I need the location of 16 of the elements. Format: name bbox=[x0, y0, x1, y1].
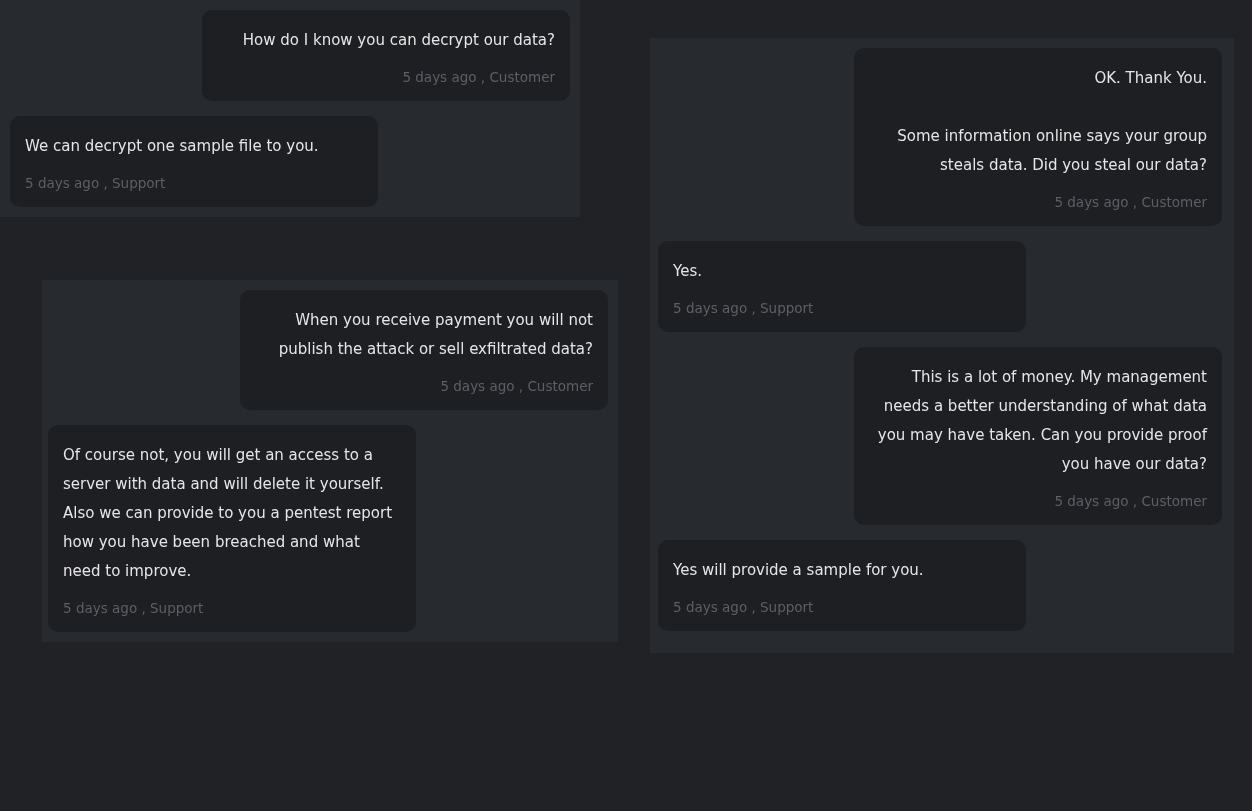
message-meta: 5 days ago , Customer bbox=[401, 68, 555, 87]
message-meta: 5 days ago , Customer bbox=[1053, 492, 1207, 511]
message-text: Yes will provide a sample for you. bbox=[673, 560, 925, 581]
message-meta: 5 days ago , Support bbox=[25, 174, 167, 193]
message-text: We can decrypt one sample file to you. bbox=[25, 136, 320, 157]
message-text: This is a lot of money. My management needs a better understanding of what data you may have taken. Can you provide proof you have our data? bbox=[876, 367, 1207, 475]
message-text: When you receive payment you will not publish the attack or sell exfiltrated data? bbox=[277, 310, 593, 360]
message-meta: 5 days ago , Customer bbox=[439, 377, 593, 396]
message-meta: 5 days ago , Customer bbox=[1053, 193, 1207, 212]
message-text: How do I know you can decrypt our data? bbox=[241, 30, 555, 51]
message-text: Of course not, you will get an access to a server with data and will delete it yourself. Also we can provide to you a pentest report how you have been breached and what need to improve. bbox=[63, 445, 394, 582]
message-meta: 5 days ago , Support bbox=[673, 299, 815, 318]
message-meta: 5 days ago , Support bbox=[673, 598, 815, 617]
message-text: Yes. bbox=[673, 261, 703, 282]
message-text: OK. Thank You. Some information online says your group steals data. Did you steal our data? bbox=[896, 68, 1207, 176]
message-meta: 5 days ago , Support bbox=[63, 599, 205, 618]
